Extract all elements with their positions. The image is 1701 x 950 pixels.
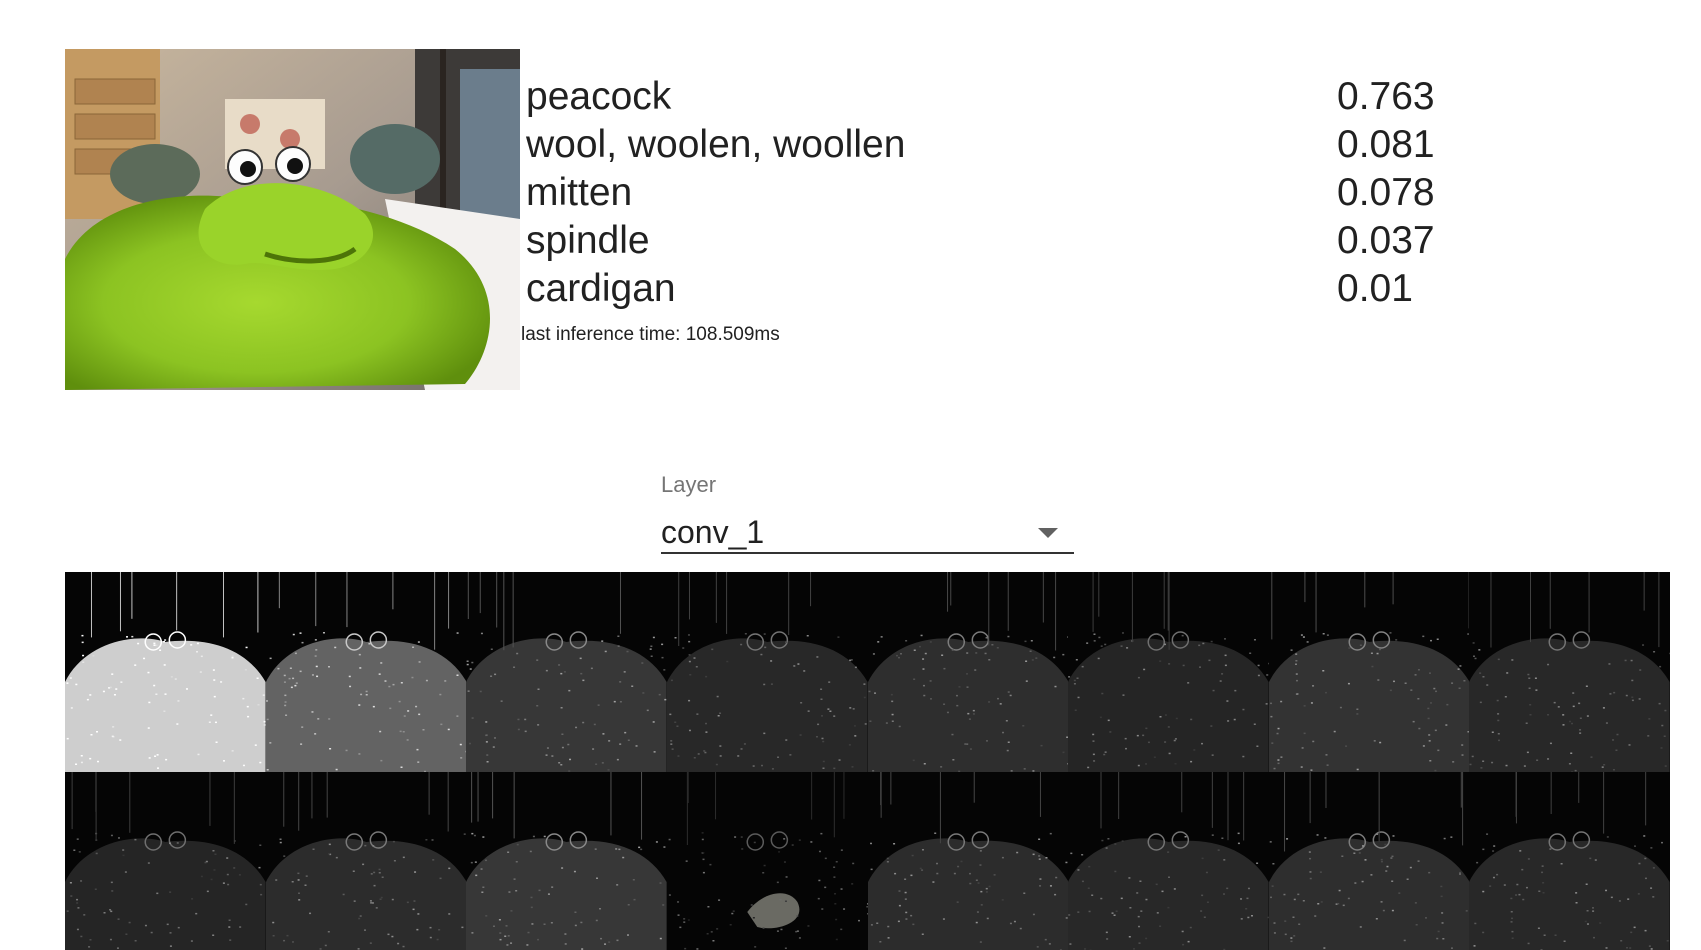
activation-map — [265, 572, 467, 772]
dropdown-arrow-icon[interactable] — [1038, 528, 1058, 538]
prediction-label: cardigan — [526, 267, 676, 310]
prediction-label: peacock — [526, 75, 672, 118]
activation-map — [466, 572, 667, 772]
activation-map — [1469, 572, 1670, 772]
prediction-label: spindle — [526, 219, 650, 262]
activation-map — [65, 572, 266, 772]
activation-map — [867, 772, 1069, 950]
activation-map — [1469, 772, 1670, 950]
prediction-score: 0.01 — [1337, 267, 1413, 310]
prediction-row: spindle 0.037 — [526, 217, 1446, 265]
layer-select-caption: Layer — [661, 472, 717, 497]
predictions-list: peacock 0.763 wool, woolen, woollen 0.08… — [526, 73, 1446, 313]
prediction-score: 0.078 — [1337, 171, 1435, 214]
prediction-score: 0.763 — [1337, 75, 1435, 118]
activation-map — [265, 772, 467, 950]
activation-map — [1068, 772, 1269, 950]
activation-map — [666, 572, 868, 772]
activation-map — [1268, 572, 1470, 772]
prediction-label: mitten — [526, 171, 633, 214]
webcam-image — [65, 49, 520, 390]
prediction-score: 0.037 — [1337, 219, 1435, 262]
activation-maps-grid — [65, 572, 1670, 950]
prediction-row: mitten 0.078 — [526, 169, 1446, 217]
layer-select-value: conv_1 — [661, 514, 765, 550]
prediction-row: peacock 0.763 — [526, 73, 1446, 121]
prediction-row: wool, woolen, woollen 0.081 — [526, 121, 1446, 169]
activation-map — [65, 772, 266, 950]
activation-map — [1268, 772, 1470, 950]
layer-select-field: Layer conv_1 — [661, 470, 1074, 554]
prediction-label: wool, woolen, woollen — [526, 123, 906, 166]
prediction-row: cardigan 0.01 — [526, 265, 1446, 313]
activation-map — [867, 572, 1069, 772]
app-root: peacock 0.763 wool, woolen, woollen 0.08… — [0, 0, 1701, 950]
webcam-preview — [65, 49, 520, 390]
prediction-score: 0.081 — [1337, 123, 1435, 166]
activation-map — [666, 772, 868, 950]
layer-select[interactable]: conv_1 — [661, 512, 1074, 554]
activation-map — [466, 772, 667, 950]
activation-map — [1068, 572, 1269, 772]
inference-time: last inference time: 108.509ms — [521, 324, 780, 345]
